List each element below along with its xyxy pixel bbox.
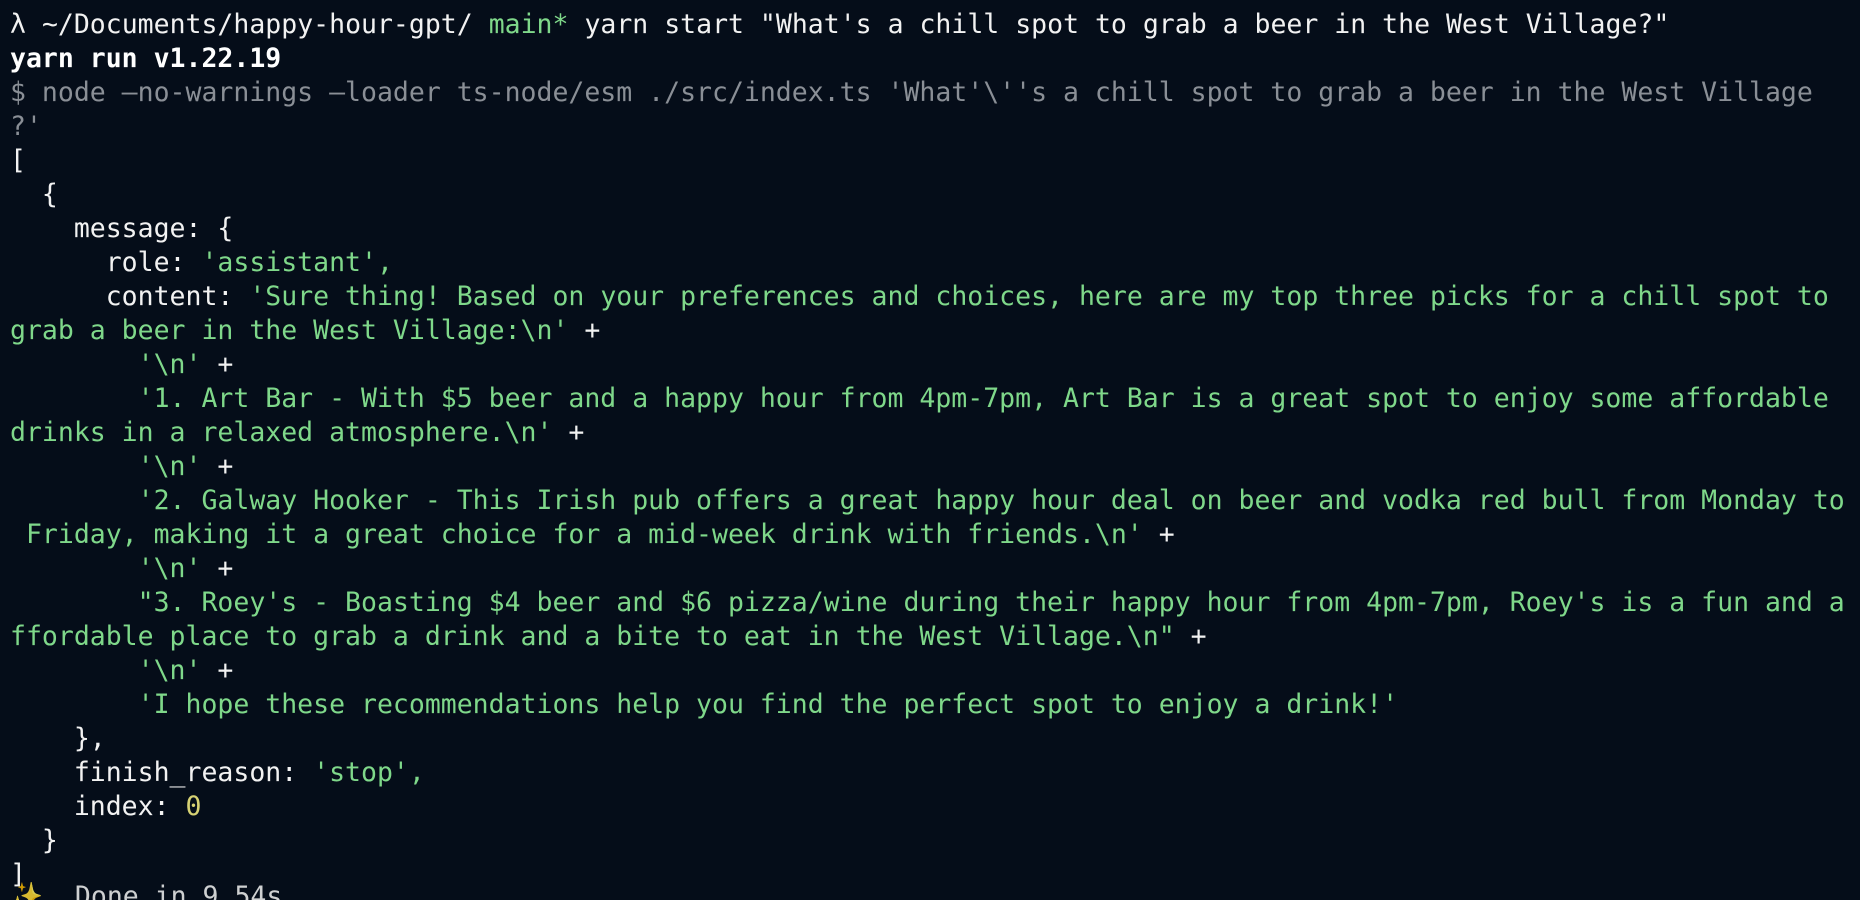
concat-plus: + — [201, 655, 234, 686]
content-line: content: 'Sure thing! Based on your pref… — [10, 280, 1860, 314]
closing-line: 'I hope these recommendations help you f… — [10, 689, 1399, 720]
newline-string: '\n' + — [10, 348, 1860, 382]
item3-text: "3. Roey's - Boasting $4 beer and $6 piz… — [10, 587, 1845, 618]
concat-plus: + — [1142, 519, 1175, 550]
content-line-wrap: grab a beer in the West Village:\n' + — [10, 314, 1860, 348]
newline-literal: '\n' — [10, 349, 202, 380]
finish-reason-line: finish_reason: 'stop', — [10, 756, 1860, 790]
open-bracket: [ — [10, 145, 26, 176]
item2-line-wrap: Friday, making it a great choice for a m… — [10, 518, 1860, 552]
close-brace: } — [10, 825, 58, 856]
open-brace: { — [10, 179, 58, 210]
role-value: 'assistant', — [201, 247, 393, 278]
newline-string: '\n' + — [10, 654, 1860, 688]
item3-text-wrap: ffordable place to grab a drink and a bi… — [10, 621, 1175, 652]
terminal-window[interactable]: λ ~/Documents/happy-hour-gpt/ main* yarn… — [0, 0, 1860, 900]
concat-plus: + — [1174, 621, 1207, 652]
concat-plus: + — [201, 553, 234, 584]
git-branch: main* — [488, 9, 569, 40]
item2-text: '2. Galway Hooker - This Irish pub offer… — [10, 485, 1845, 516]
item3-line: "3. Roey's - Boasting $4 beer and $6 piz… — [10, 586, 1860, 620]
index-value: 0 — [185, 791, 202, 822]
prompt-command: yarn start "What's a chill spot to grab … — [584, 9, 1670, 40]
finish-key: finish_reason: — [10, 757, 314, 788]
newline-literal: '\n' — [10, 655, 202, 686]
concat-plus: + — [201, 349, 234, 380]
newline-literal: '\n' — [10, 451, 202, 482]
prompt-path: ~/Documents/happy-hour-gpt/ — [41, 9, 473, 40]
finish-value: 'stop', — [313, 757, 425, 788]
content-text: 'Sure thing! Based on your preferences a… — [249, 281, 1829, 312]
newline-literal: '\n' — [10, 553, 202, 584]
item1-line: '1. Art Bar - With $5 beer and a happy h… — [10, 382, 1860, 416]
message-key: message: { — [10, 213, 234, 244]
done-line-partial: ✨ Done in 9.54s. — [10, 881, 299, 900]
item2-line: '2. Galway Hooker - This Irish pub offer… — [10, 484, 1860, 518]
item1-text: '1. Art Bar - With $5 beer and a happy h… — [10, 383, 1829, 414]
close-message: }, — [10, 723, 106, 754]
role-key: role: — [10, 247, 202, 278]
content-key: content: — [10, 281, 250, 312]
item1-line-wrap: drinks in a relaxed atmosphere.\n' + — [10, 416, 1860, 450]
yarn-version-line: yarn run v1.22.19 — [10, 43, 282, 74]
prompt-symbol: λ — [10, 9, 26, 40]
item2-text-wrap: Friday, making it a great choice for a m… — [10, 519, 1143, 550]
concat-plus: + — [568, 315, 601, 346]
role-line: role: 'assistant', — [10, 246, 1860, 280]
content-text-wrap: grab a beer in the West Village:\n' — [10, 315, 569, 346]
run-command-line: $ node —no-warnings —loader ts-node/esm … — [10, 77, 1813, 108]
index-line: index: 0 — [10, 790, 1860, 824]
concat-plus: + — [201, 451, 234, 482]
run-command-line-wrap: ?' — [10, 111, 42, 142]
concat-plus: + — [552, 417, 585, 448]
prompt-line: λ ~/Documents/happy-hour-gpt/ main* yarn… — [10, 8, 1860, 42]
item1-text-wrap: drinks in a relaxed atmosphere.\n' — [10, 417, 553, 448]
newline-string: '\n' + — [10, 450, 1860, 484]
index-key: index: — [10, 791, 186, 822]
item3-line-wrap: ffordable place to grab a drink and a bi… — [10, 620, 1860, 654]
newline-string: '\n' + — [10, 552, 1860, 586]
